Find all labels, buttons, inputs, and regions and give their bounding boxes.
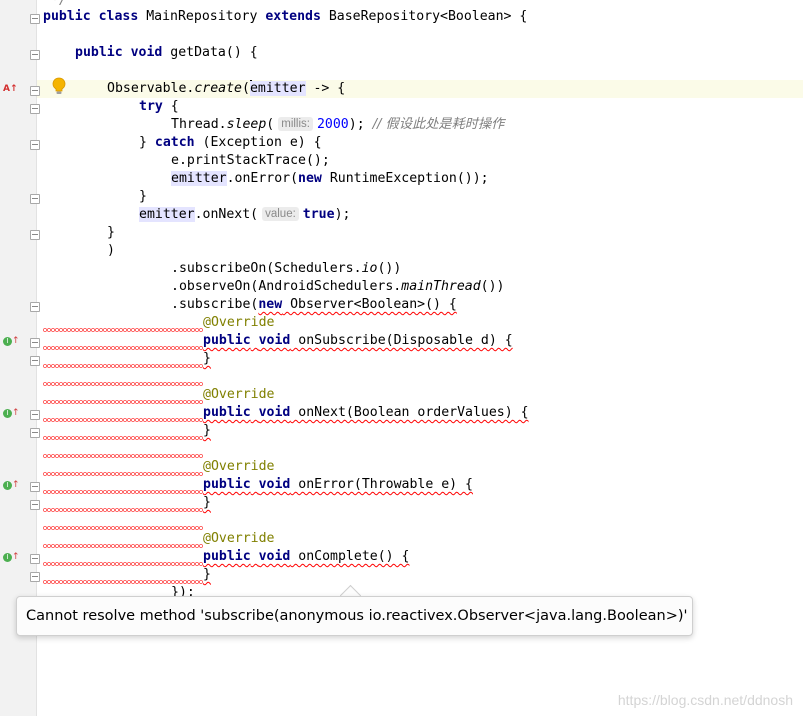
implements-method-icon[interactable]: I ↑: [3, 552, 20, 563]
error-tooltip-message: Cannot resolve method 'subscribe(anonymo…: [26, 608, 688, 624]
code-line-emitter-onerror[interactable]: emitter.onError(new RuntimeException());: [43, 170, 489, 188]
code-line-close-brace[interactable]: }: [43, 566, 211, 584]
fold-toggle-icon[interactable]: [30, 104, 40, 114]
fold-toggle-icon[interactable]: [30, 410, 40, 420]
code-line-observeon[interactable]: .observeOn(AndroidSchedulers.mainThread(…: [43, 278, 504, 296]
implements-method-icon[interactable]: I ↑: [3, 408, 20, 419]
code-line-printstacktrace[interactable]: e.printStackTrace();: [43, 152, 330, 170]
code-line-override[interactable]: @Override: [43, 530, 274, 548]
fold-toggle-icon[interactable]: [30, 428, 40, 438]
code-line-onnext[interactable]: public void onNext(Boolean orderValues) …: [43, 404, 529, 422]
fold-toggle-icon[interactable]: [30, 482, 40, 492]
code-line-close-brace[interactable]: }: [43, 224, 115, 242]
fold-toggle-icon[interactable]: [30, 338, 40, 348]
code-line-thread-sleep[interactable]: Thread.sleep(millis: 2000); // 假设此处是耗时操作: [43, 116, 504, 134]
code-editor[interactable]: A↑ I ↑ I ↑ I ↑ I ↑ */ public class MainRepos…: [0, 0, 803, 716]
code-line-getdata[interactable]: public void getData() {: [43, 44, 258, 62]
code-line-subscribeon[interactable]: .subscribeOn(Schedulers.io()): [43, 260, 401, 278]
code-line-onsubscribe[interactable]: public void onSubscribe(Disposable d) {: [43, 332, 513, 350]
fold-toggle-icon[interactable]: [30, 86, 40, 96]
implements-method-icon[interactable]: I ↑: [3, 336, 20, 347]
fold-toggle-icon[interactable]: [30, 302, 40, 312]
code-line-close-brace[interactable]: }: [43, 422, 211, 440]
code-line-subscribe[interactable]: .subscribe(new Observer<Boolean>() {: [43, 296, 457, 314]
fold-toggle-icon[interactable]: [30, 572, 40, 582]
code-line-oncomplete[interactable]: public void onComplete() {: [43, 548, 409, 566]
fold-toggle-icon[interactable]: [30, 500, 40, 510]
code-line-close-brace[interactable]: }: [43, 494, 211, 512]
code-line-catch[interactable]: } catch (Exception e) {: [43, 134, 322, 152]
error-tooltip: Cannot resolve method 'subscribe(anonymo…: [16, 596, 693, 636]
code-line-close-brace[interactable]: }: [43, 188, 147, 206]
fold-toggle-icon[interactable]: [30, 230, 40, 240]
implements-method-icon[interactable]: I ↑: [3, 480, 20, 491]
code-line-try[interactable]: try {: [43, 98, 179, 116]
fold-toggle-icon[interactable]: [30, 194, 40, 204]
parameter-hint: millis:: [278, 117, 313, 131]
fold-toggle-icon[interactable]: [30, 140, 40, 150]
watermark: https://blog.csdn.net/ddnosh: [617, 692, 793, 708]
parameter-hint: value:: [262, 207, 299, 221]
fold-toggle-icon[interactable]: [30, 554, 40, 564]
code-line-emitter-onnext[interactable]: emitter.onNext(value: true);: [43, 206, 350, 224]
code-line-close-brace[interactable]: }: [43, 350, 211, 368]
code-line-override[interactable]: @Override: [43, 458, 274, 476]
code-line-class-declaration[interactable]: public class MainRepository extends Base…: [43, 8, 527, 26]
code-line-override[interactable]: @Override: [43, 386, 274, 404]
code-line-onerror[interactable]: public void onError(Throwable e) {: [43, 476, 473, 494]
fold-toggle-icon[interactable]: [30, 50, 40, 60]
code-line-observable-create[interactable]: Observable.create(emitter -> {: [43, 80, 345, 98]
code-line-close-paren[interactable]: ): [43, 242, 115, 260]
fold-toggle-icon[interactable]: [30, 14, 40, 24]
override-warning-icon[interactable]: A↑: [3, 84, 18, 94]
code-line-override[interactable]: @Override: [43, 314, 274, 332]
fold-toggle-icon[interactable]: [30, 356, 40, 366]
